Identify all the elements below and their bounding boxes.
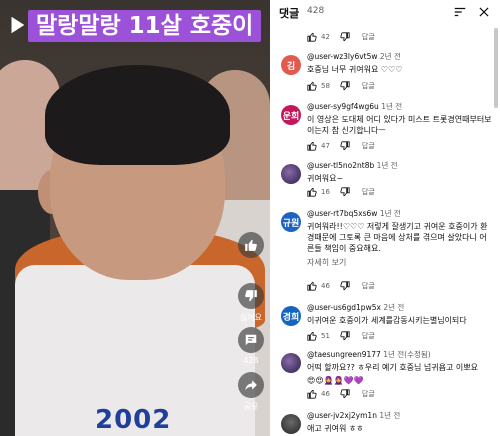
thumbs-down-icon[interactable] <box>340 331 350 341</box>
boy-hair <box>45 65 230 165</box>
thumbs-down-icon[interactable] <box>340 81 350 91</box>
comments-header: 댓글 428 <box>270 0 500 24</box>
close-icon[interactable] <box>477 4 491 18</box>
like-count: 46 <box>321 390 330 398</box>
comment-username[interactable]: @taesungreen9177 <box>307 350 381 359</box>
comment-actions: 58 답글 <box>307 80 375 92</box>
comments-count: 428 <box>307 6 325 16</box>
sort-icon[interactable] <box>453 4 467 18</box>
reply-button[interactable]: 답글 <box>362 187 375 197</box>
like-count: 51 <box>321 332 330 340</box>
comment-actions: 46 답글 <box>307 280 375 292</box>
comment-time: 1년 전 <box>376 161 398 170</box>
thumbs-down-icon[interactable] <box>340 187 350 197</box>
comment-actions: 46 답글 <box>307 388 375 400</box>
comment-username[interactable]: @user-jv2xj2ym1n <box>307 411 377 420</box>
video-title: 말랑말랑 11살 호중이 <box>28 10 262 42</box>
avatar[interactable]: 경희 <box>281 306 301 326</box>
avatar[interactable]: 규원 <box>281 212 301 232</box>
comment-count: 428 <box>243 356 259 365</box>
comment-text: 귀여워라!!♡♡♡ 저렇게 잘생기고 귀여운 호중이가 환경때문에 그토록 큰 … <box>307 222 488 253</box>
comment-text: 애고 귀여워 ㅎㅎ <box>307 424 364 433</box>
comment-time: 2년 전 <box>379 52 401 61</box>
share-label: 공유 <box>243 402 259 411</box>
thumbs-up-icon[interactable] <box>307 32 317 42</box>
like-count: 58 <box>321 82 330 90</box>
comment-time: 1년 전 <box>379 411 401 420</box>
thumbs-down-icon[interactable] <box>340 389 350 399</box>
like-count: 47 <box>321 142 330 150</box>
play-button[interactable] <box>6 14 28 36</box>
reply-button[interactable]: 답글 <box>362 32 375 42</box>
reply-button[interactable]: 답글 <box>362 389 375 399</box>
comment-text: 어떡 할까요?? ㅎ우리 예기 호중님 넘귀욥고 이뽀요 <box>307 363 478 372</box>
dislike-action[interactable]: 싫어요 <box>237 283 265 323</box>
comment-username[interactable]: @user-rt7bq5xs6w <box>307 209 377 218</box>
reply-button[interactable]: 답글 <box>362 331 375 341</box>
like-action[interactable] <box>237 232 265 261</box>
shirt-logo: 2002 <box>95 405 172 435</box>
thumbs-up-icon[interactable] <box>238 232 264 258</box>
thumbs-up-icon[interactable] <box>307 141 317 151</box>
thumbs-up-icon[interactable] <box>307 81 317 91</box>
comment-text: 귀여워요~ <box>307 174 344 183</box>
comment-actions: 16 답글 <box>307 186 375 198</box>
like-count: 46 <box>321 282 330 290</box>
like-count: 16 <box>321 188 330 196</box>
dislike-label: 싫어요 <box>239 313 263 322</box>
thumbs-up-icon[interactable] <box>307 187 317 197</box>
comment-emoji: 😍😍🧕🧕💜💜 <box>307 376 364 385</box>
avatar[interactable] <box>281 164 301 184</box>
share-action[interactable]: 공유 <box>237 372 265 412</box>
comment-actions: 42 답글 <box>307 31 375 43</box>
like-count: 42 <box>321 33 330 41</box>
thumbs-down-icon[interactable] <box>340 281 350 291</box>
read-more-link[interactable]: 자세히 보기 <box>307 257 492 268</box>
avatar[interactable]: 운희 <box>281 105 301 125</box>
reply-button[interactable]: 답글 <box>362 281 375 291</box>
thumbs-down-icon[interactable] <box>340 32 350 42</box>
app-root: 2002 말랑말랑 11살 호중이 싫어요 428 공유 댓글 428 42 답… <box>0 0 500 436</box>
comment-username[interactable]: @user-tl5no2nt8b <box>307 161 374 170</box>
comments-panel: 댓글 428 42 답글 김 @user-wz3ly6vt5w 2년 전 호중님… <box>270 0 500 436</box>
comment-text: 호중님 너무 귀여워요 ♡♡♡ <box>307 65 403 74</box>
reply-button[interactable]: 답글 <box>362 81 375 91</box>
scrollbar[interactable] <box>494 28 498 108</box>
thumbs-up-icon[interactable] <box>307 331 317 341</box>
comment-actions: 47 답글 <box>307 140 375 152</box>
comment-username[interactable]: @user-sy9gf4wg6u <box>307 102 379 111</box>
thumbs-down-icon[interactable] <box>238 283 264 309</box>
comment-username[interactable]: @user-wz3ly6vt5w <box>307 52 378 61</box>
comment-time: 2년 전 <box>383 303 405 312</box>
play-icon <box>11 16 25 34</box>
thumbs-up-icon[interactable] <box>307 389 317 399</box>
comment-time: 1년 전 <box>379 209 401 218</box>
avatar[interactable]: 김 <box>281 55 301 75</box>
comment-time: 1년 전 <box>381 102 403 111</box>
reply-button[interactable]: 답글 <box>362 141 375 151</box>
thumbs-up-icon[interactable] <box>307 281 317 291</box>
comment-icon[interactable] <box>238 327 264 353</box>
share-icon[interactable] <box>238 372 264 398</box>
comment-action[interactable]: 428 <box>237 327 265 365</box>
comment-text: 이 영상은 도대체 어디 있다가 미스트 트롯경연때부터보이는지 참 신기합니다… <box>307 115 492 135</box>
comments-title: 댓글 <box>279 7 300 20</box>
thumbs-down-icon[interactable] <box>340 141 350 151</box>
avatar[interactable] <box>281 353 301 373</box>
comment-time: 1년 전(수정됨) <box>383 350 431 359</box>
comment-text: 이귀여운 호중이가 세계를감동시키는별님이되다 <box>307 316 467 325</box>
video-player[interactable]: 2002 말랑말랑 11살 호중이 싫어요 428 공유 <box>0 0 270 436</box>
comment-actions: 51 답글 <box>307 330 375 342</box>
avatar[interactable] <box>281 414 301 434</box>
comment-username[interactable]: @user-us6gd1pw5x <box>307 303 381 312</box>
